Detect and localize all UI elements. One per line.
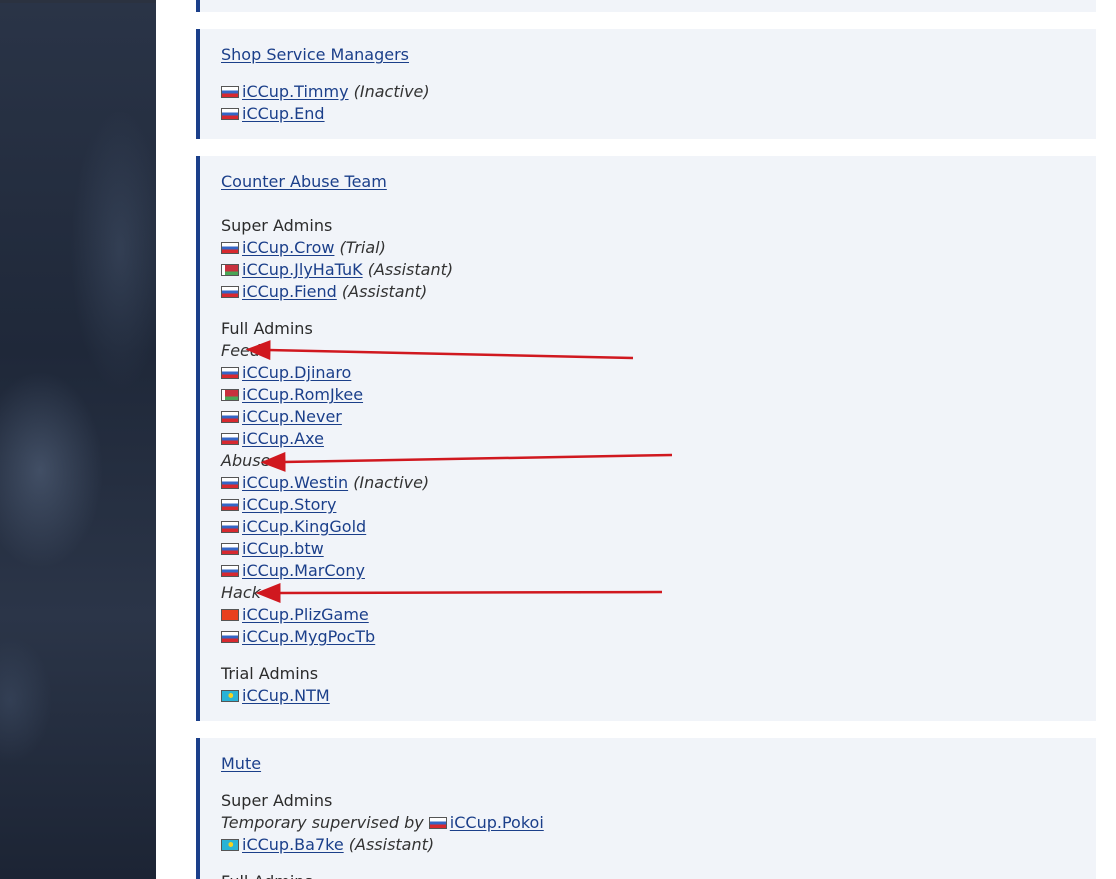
member-row: iCCup.Never: [221, 406, 342, 428]
temporary-text: Temporary supervised by: [221, 813, 424, 832]
russia-flag-icon: [428, 817, 447, 829]
member-link[interactable]: iCCup.Axe: [242, 429, 324, 448]
member-row: iCCup.End: [221, 103, 325, 125]
feed-subheading: Feed: [221, 341, 261, 360]
counter-abuse-team-card: Counter Abuse Team Super Admins iCCup.Cr…: [196, 156, 1096, 721]
member-row: iCCup.Westin (Inactive): [221, 472, 429, 494]
member-row: iCCup.PlizGame: [221, 604, 369, 626]
trial-admins-heading: Trial Admins: [221, 664, 319, 683]
russia-flag-icon: [221, 565, 239, 577]
russia-flag-icon: [221, 543, 239, 555]
russia-flag-icon: [221, 477, 239, 489]
russia-flag-icon: [221, 499, 239, 511]
member-link[interactable]: iCCup.KingGold: [242, 517, 366, 536]
member-link[interactable]: iCCup.Fiend: [242, 282, 337, 301]
background-artwork: [0, 0, 156, 879]
section-title: Shop Service Managers: [221, 44, 409, 66]
member-row: iCCup.Timmy (Inactive): [221, 81, 430, 103]
russia-flag-icon: [221, 286, 239, 298]
member-link[interactable]: iCCup.RomJkee: [242, 385, 363, 404]
russia-flag-icon: [221, 433, 239, 445]
russia-flag-icon: [221, 108, 239, 120]
abuse-subheading: Abuse: [221, 451, 271, 470]
member-status: (Inactive): [353, 473, 430, 492]
member-row: iCCup.Fiend (Assistant): [221, 281, 427, 303]
member-row: iCCup.MarCony: [221, 560, 365, 582]
main-content: Shop Service Managers iCCup.Timmy (Inact…: [156, 0, 1116, 879]
member-row: iCCup.MygPocTb: [221, 626, 375, 648]
shop-service-managers-card: Shop Service Managers iCCup.Timmy (Inact…: [196, 29, 1096, 139]
member-status: (Inactive): [353, 82, 430, 101]
member-row: iCCup.Djinaro: [221, 362, 351, 384]
member-status: (Assistant): [367, 260, 454, 279]
member-row: iCCup.Story: [221, 494, 336, 516]
member-row: iCCup.btw: [221, 538, 324, 560]
member-row: iCCup.RomJkee: [221, 384, 363, 406]
section-title: Counter Abuse Team: [221, 171, 387, 193]
member-link[interactable]: iCCup.JlyHaTuK: [242, 260, 363, 279]
member-row: iCCup.KingGold: [221, 516, 366, 538]
member-link[interactable]: iCCup.NTM: [242, 686, 330, 705]
member-status: (Assistant): [348, 835, 435, 854]
member-link[interactable]: iCCup.MarCony: [242, 561, 365, 580]
member-link[interactable]: iCCup.Pokoi: [450, 813, 544, 832]
kyrgyzstan-flag-icon: [221, 609, 239, 621]
mute-link[interactable]: Mute: [221, 754, 261, 773]
russia-flag-icon: [221, 367, 239, 379]
full-admins-heading: Full Admins: [221, 319, 313, 338]
member-row: iCCup.Crow (Trial): [221, 237, 386, 259]
member-status: (Trial): [339, 238, 386, 257]
temporary-supervision-row: Temporary supervised by iCCup.Pokoi: [221, 812, 544, 834]
member-link[interactable]: iCCup.Never: [242, 407, 342, 426]
shop-service-managers-link[interactable]: Shop Service Managers: [221, 45, 409, 64]
kazakhstan-flag-icon: [221, 839, 239, 851]
member-link[interactable]: iCCup.PlizGame: [242, 605, 369, 624]
member-link[interactable]: iCCup.Djinaro: [242, 363, 351, 382]
member-link[interactable]: iCCup.btw: [242, 539, 324, 558]
full-admins-heading: Full Admins: [221, 871, 313, 879]
member-link[interactable]: iCCup.Story: [242, 495, 336, 514]
member-row: iCCup.NTM: [221, 685, 330, 707]
member-status: (Assistant): [341, 282, 428, 301]
previous-card-edge: [196, 0, 1096, 12]
belarus-flag-icon: [221, 389, 239, 401]
kazakhstan-flag-icon: [221, 690, 239, 702]
member-link[interactable]: iCCup.Crow: [242, 238, 334, 257]
russia-flag-icon: [221, 86, 239, 98]
member-row: iCCup.Ba7ke (Assistant): [221, 834, 434, 856]
russia-flag-icon: [221, 521, 239, 533]
belarus-flag-icon: [221, 264, 239, 276]
member-link[interactable]: iCCup.Ba7ke: [242, 835, 344, 854]
russia-flag-icon: [221, 411, 239, 423]
super-admins-heading: Super Admins: [221, 216, 333, 235]
member-row: iCCup.Axe: [221, 428, 324, 450]
super-admins-heading: Super Admins: [221, 791, 333, 810]
member-link[interactable]: iCCup.End: [242, 104, 325, 123]
section-title: Mute: [221, 753, 261, 775]
russia-flag-icon: [221, 242, 239, 254]
member-row: iCCup.JlyHaTuK (Assistant): [221, 259, 453, 281]
mute-card: Mute Super Admins Temporary supervised b…: [196, 738, 1096, 879]
member-link[interactable]: iCCup.Timmy: [242, 82, 349, 101]
hack-subheading: Hack: [221, 583, 261, 602]
member-link[interactable]: iCCup.Westin: [242, 473, 348, 492]
russia-flag-icon: [221, 631, 239, 643]
counter-abuse-team-link[interactable]: Counter Abuse Team: [221, 172, 387, 191]
member-link[interactable]: iCCup.MygPocTb: [242, 627, 375, 646]
